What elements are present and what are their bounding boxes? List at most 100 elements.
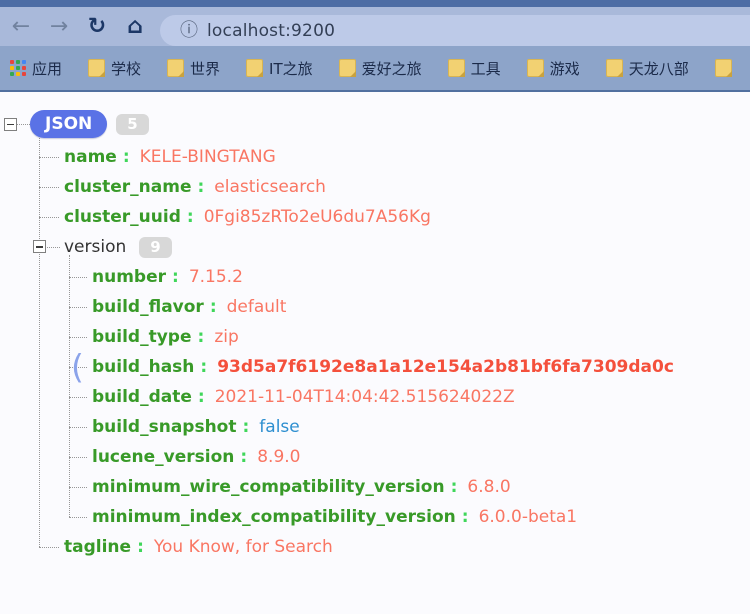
json-value: zip — [214, 327, 238, 347]
tree-row-build_flavor: build_flavor: default — [0, 292, 750, 322]
folder-icon — [606, 59, 623, 77]
back-icon[interactable]: ← — [8, 16, 34, 38]
key-value-colon: : — [123, 147, 130, 167]
folder-icon — [167, 59, 184, 77]
tree-connector — [69, 517, 87, 518]
json-value: 0Fgi85zRTo2eU6du7A56Kg — [204, 207, 431, 227]
tree-connector — [39, 217, 59, 218]
key-value-colon: : — [242, 417, 249, 437]
json-key: minimum_index_compatibility_version — [92, 507, 456, 527]
tree-row-number: number:7.15.2 — [0, 262, 750, 292]
json-key: build_date — [92, 387, 192, 407]
bracket-highlight-mark: ( — [71, 349, 84, 385]
tree-connector — [69, 277, 87, 278]
json-key: build_flavor — [92, 297, 204, 317]
key-value-colon: : — [197, 177, 204, 197]
folder-icon — [448, 59, 465, 77]
json-root-badge[interactable]: JSON — [30, 110, 107, 138]
key-value-colon: : — [210, 297, 217, 317]
bookmark-label: 爱好之旅 — [362, 58, 422, 79]
home-icon[interactable]: ⌂ — [122, 16, 148, 38]
tree-connector — [69, 307, 87, 308]
json-key: name — [64, 147, 117, 167]
json-value: default — [227, 297, 287, 317]
bookmark-item-爱好之旅[interactable]: 爱好之旅 — [339, 58, 422, 79]
bookmark-item-partial[interactable] — [715, 59, 732, 77]
key-value-colon: : — [200, 357, 207, 377]
bookmark-item-天龙八部[interactable]: 天龙八部 — [606, 58, 689, 79]
tree-connector — [69, 457, 87, 458]
apps-grid-icon — [10, 60, 26, 76]
bookmark-item-工具[interactable]: 工具 — [448, 58, 501, 79]
bookmark-item-世界[interactable]: 世界 — [167, 58, 220, 79]
node-label: version — [64, 237, 126, 257]
browser-toolbar: ← → ↻ ⌂ ⓘ localhost:9200 — [0, 7, 750, 46]
bookmark-label: 工具 — [471, 58, 501, 79]
bookmark-label: IT之旅 — [269, 58, 313, 79]
json-key: build_snapshot — [92, 417, 236, 437]
tree-row-name: name: KELE-BINGTANG — [0, 142, 750, 172]
bookmark-item-IT之旅[interactable]: IT之旅 — [246, 58, 313, 79]
tree-row-minimum_wire_compatibility_version: minimum_wire_compatibility_version:6.8.0 — [0, 472, 750, 502]
tree-row-minimum_index_compatibility_version: minimum_index_compatibility_version:6.0.… — [0, 502, 750, 532]
bookmark-item-游戏[interactable]: 游戏 — [527, 58, 580, 79]
folder-icon — [88, 59, 105, 77]
json-value: false — [259, 417, 299, 437]
json-value: 6.0.0-beta1 — [479, 507, 578, 527]
address-bar[interactable]: ⓘ localhost:9200 — [160, 15, 750, 46]
key-value-colon: : — [240, 447, 247, 467]
json-key: lucene_version — [92, 447, 234, 467]
bookmark-label: 学校 — [111, 58, 141, 79]
bookmark-label: 游戏 — [550, 58, 580, 79]
json-key: minimum_wire_compatibility_version — [92, 477, 445, 497]
json-value: 93d5a7f6192e8a1a12e154a2b81bf6fa7309da0c — [217, 357, 674, 377]
json-key: tagline — [64, 537, 131, 557]
key-value-colon: : — [198, 327, 205, 347]
json-value: 7.15.2 — [189, 267, 243, 287]
bookmark-item-学校[interactable]: 学校 — [88, 58, 141, 79]
json-value: elasticsearch — [214, 177, 326, 197]
tree-row-build_date: build_date:2021-11-04T14:04:42.515624022… — [0, 382, 750, 412]
tree-connector — [17, 124, 30, 125]
bookmark-label: 天龙八部 — [629, 58, 689, 79]
tree-row-build_type: build_type: zip — [0, 322, 750, 352]
bookmark-label: 应用 — [32, 58, 62, 79]
json-value: You Know, for Search — [154, 537, 333, 557]
bookmarks-bar: 应用 学校 世界 IT之旅 爱好之旅 工具 游戏 天龙八部 — [0, 46, 750, 92]
tree-connector — [69, 487, 87, 488]
tree-row-build_snapshot: build_snapshot: false — [0, 412, 750, 442]
browser-window: ← → ↻ ⌂ ⓘ localhost:9200 应用 学校 世界 IT之旅 爱好之旅 工… — [0, 0, 750, 614]
tree-node-version: version 9 — [0, 232, 750, 262]
folder-icon — [246, 59, 263, 77]
key-value-colon: : — [198, 387, 205, 407]
json-key: build_hash — [92, 357, 194, 377]
json-value: 8.9.0 — [257, 447, 300, 467]
tree-row-cluster_uuid: cluster_uuid:0Fgi85zRTo2eU6du7A56Kg — [0, 202, 750, 232]
tree-row-build_hash: ( build_hash:93d5a7f6192e8a1a12e154a2b81b… — [0, 352, 750, 382]
collapse-toggle-root[interactable] — [4, 118, 17, 131]
tree-row-tagline: tagline: You Know, for Search — [0, 532, 750, 562]
tree-connector — [69, 397, 87, 398]
node-count-badge: 9 — [139, 237, 171, 258]
json-key: cluster_uuid — [64, 207, 181, 227]
bookmark-label: 世界 — [190, 58, 220, 79]
json-value: 2021-11-04T14:04:42.515624022Z — [215, 387, 515, 407]
json-tree-view: JSON 5 name:KELE-BINGTANGcluster_name:el… — [0, 92, 750, 614]
tree-connector — [39, 547, 59, 548]
key-value-colon: : — [187, 207, 194, 227]
window-title-strip — [0, 0, 750, 7]
url-text: localhost:9200 — [207, 21, 335, 41]
json-value: KELE-BINGTANG — [140, 147, 276, 167]
tree-connector — [69, 427, 87, 428]
collapse-toggle-version[interactable] — [33, 240, 46, 253]
tree-root-row: JSON 5 — [4, 110, 149, 138]
forward-icon[interactable]: → — [46, 16, 72, 38]
key-value-colon: : — [137, 537, 144, 557]
bookmark-item-应用[interactable]: 应用 — [10, 58, 62, 79]
tree-connector — [69, 337, 87, 338]
site-info-icon[interactable]: ⓘ — [180, 22, 198, 40]
refresh-icon[interactable]: ↻ — [84, 16, 110, 38]
json-key: build_type — [92, 327, 192, 347]
tree-connector — [39, 187, 59, 188]
tree-connector — [39, 157, 59, 158]
